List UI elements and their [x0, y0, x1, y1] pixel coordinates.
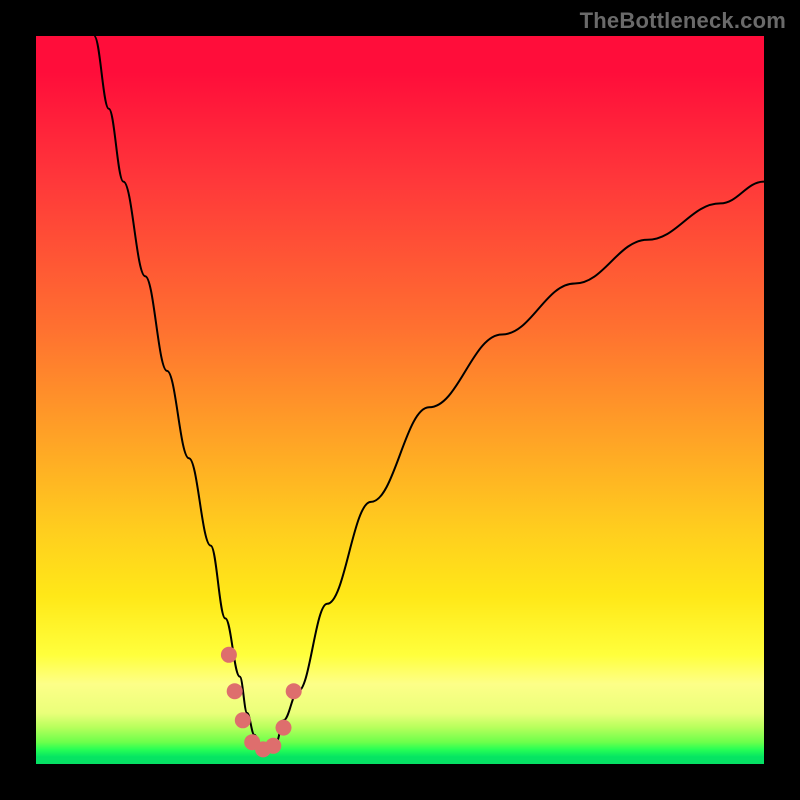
curve-marker — [286, 683, 302, 699]
curve-marker — [227, 683, 243, 699]
chart-frame: TheBottleneck.com — [0, 0, 800, 800]
curve-marker — [235, 712, 251, 728]
attribution-text: TheBottleneck.com — [580, 8, 786, 34]
curve-marker — [276, 720, 292, 736]
bottleneck-curve — [94, 36, 764, 749]
chart-overlay — [36, 36, 764, 764]
curve-marker — [265, 738, 281, 754]
plot-area — [36, 36, 764, 764]
curve-valley-markers — [221, 647, 302, 758]
curve-marker — [221, 647, 237, 663]
